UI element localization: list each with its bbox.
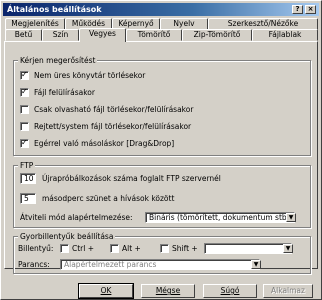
cancel-button-label: Mégse <box>155 286 181 295</box>
ok-button[interactable]: OK <box>78 283 134 299</box>
chevron-down-icon[interactable]: ▼ <box>283 244 293 253</box>
tab-vegyes[interactable]: Vegyes <box>79 28 126 42</box>
help-titlebar-button[interactable]: ? <box>292 5 303 14</box>
hotkey-group: Gyorbillentyűk beállítása Billentyű: Ctr… <box>13 232 311 274</box>
ok-button-label: OK <box>100 286 112 295</box>
cancel-button[interactable]: Mégse <box>141 284 195 298</box>
chevron-down-icon[interactable]: ▼ <box>251 260 261 269</box>
hotkey-group-title: Gyorbillentyűk beállítása <box>18 232 116 241</box>
label-overwrite: Fájl felülírásakor <box>34 88 95 97</box>
tab-tomorito[interactable]: Tömörítő <box>126 29 182 41</box>
checkbox-drag-drop[interactable]: ✓ <box>20 138 29 148</box>
settings-dialog: Általános beállítások ? × Megjelenítés M… <box>0 0 322 300</box>
label-nonempty-dir: Nem üres könyvtár törlésekor <box>34 71 146 80</box>
wait-input[interactable]: 5 <box>20 193 36 204</box>
apply-button: Alkalmaz <box>263 284 313 298</box>
checkbox-hidden-system[interactable] <box>20 122 29 131</box>
check-mark-icon: ✓ <box>21 70 28 79</box>
checkbox-shift[interactable] <box>160 244 169 253</box>
alt-label: Alt + <box>122 244 141 253</box>
checkbox-nonempty-dir[interactable]: ✓ <box>20 70 29 80</box>
window-title: Általános beállítások <box>7 5 102 14</box>
label-readonly: Csak olvasható fájl törlésekor/felülírás… <box>34 105 194 114</box>
retries-label: Újrapróbálkozások száma foglalt FTP szer… <box>42 174 221 183</box>
shift-label: Shift + <box>172 244 198 253</box>
tab-betu[interactable]: Betű <box>5 29 42 41</box>
check-mark-icon: ✓ <box>21 87 28 96</box>
checkbox-readonly[interactable] <box>20 105 29 114</box>
ftp-group-title: FTP <box>18 161 36 170</box>
apply-button-label: Alkalmaz <box>271 286 305 295</box>
tab-fajlablak[interactable]: Fájlablak <box>252 29 318 41</box>
close-button[interactable]: × <box>305 5 316 14</box>
ctrl-label: Ctrl + <box>72 244 95 253</box>
transfer-mode-label: Átviteli mód alapértelmezése: <box>20 213 133 222</box>
chevron-down-icon[interactable]: ▼ <box>286 213 296 222</box>
command-select[interactable]: Alapértelmezett parancs <box>60 259 260 270</box>
check-mark-icon: ✓ <box>21 138 28 147</box>
help-button-label: Súgó <box>220 286 240 295</box>
ftp-group: FTP 10 Újrapróbálkozások száma foglalt F… <box>13 161 311 228</box>
command-label: Parancs: <box>18 260 50 269</box>
help-button[interactable]: Súgó <box>203 284 257 298</box>
wait-label: másodperc szünet a hívások között <box>42 194 175 203</box>
label-hidden-system: Rejtett/system fájl törlésekor/felülírás… <box>34 122 192 131</box>
tab-zip-tomorito[interactable]: Zip-Tömörítő <box>182 29 252 41</box>
key-label: Billentyű: <box>18 244 54 253</box>
retries-input[interactable]: 10 <box>20 173 36 184</box>
confirm-group-title: Kérjen megerősítést <box>18 56 98 65</box>
confirm-group: Kérjen megerősítést ✓ Nem üres könyvtár … <box>13 56 311 156</box>
checkbox-alt[interactable] <box>110 244 119 253</box>
key-select[interactable] <box>204 243 292 254</box>
tab-szin[interactable]: Szín <box>42 29 79 41</box>
checkbox-overwrite[interactable]: ✓ <box>20 87 29 97</box>
checkbox-ctrl[interactable] <box>60 244 69 253</box>
vegyes-panel: Kérjen megerősítést ✓ Nem üres könyvtár … <box>4 41 318 274</box>
label-drag-drop: Egérrel való másoláskor [Drag&Drop] <box>34 139 175 148</box>
title-bar: Általános beállítások ? × <box>3 3 319 16</box>
transfer-mode-select[interactable]: Bináris (tömörített, dokumentum stb.) <box>145 212 295 223</box>
